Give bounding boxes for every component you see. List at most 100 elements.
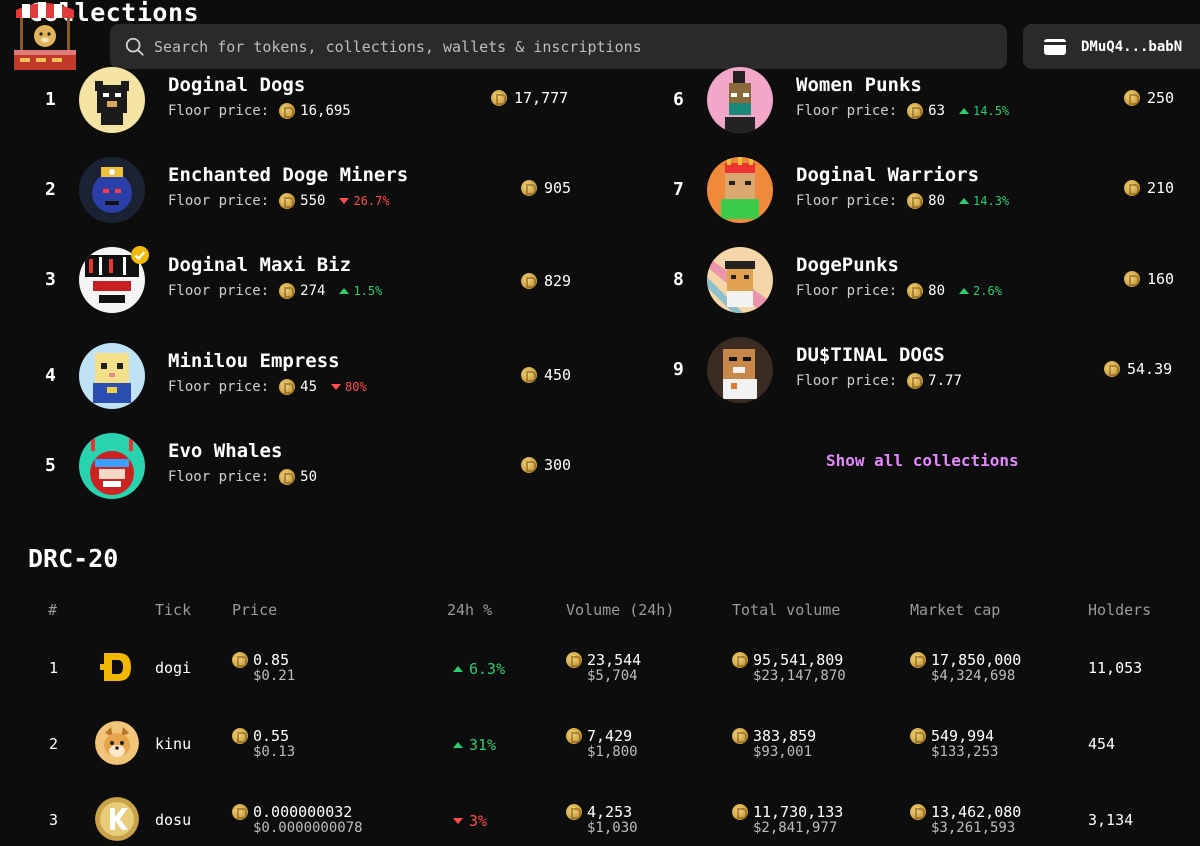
column-header-24h[interactable]: 24h %: [447, 601, 492, 619]
row-total-volume: 95,541,809 $23,147,870: [732, 651, 846, 684]
row-volume-24h: 7,429 $1,800: [566, 727, 638, 760]
change-value: 26.7%: [353, 194, 390, 208]
show-all-collections-link[interactable]: Show all collections: [826, 451, 1019, 470]
doge-coin-icon: [491, 90, 507, 106]
collection-item[interactable]: 4 Minilou Empress Floor price: 45 80%: [45, 343, 585, 413]
volume-usd: $1,800: [587, 744, 638, 760]
doge-coin-icon: [1104, 361, 1120, 377]
doge-coin-icon: [907, 193, 924, 209]
volume-value: 23,544: [587, 651, 642, 669]
floor-label: Floor price:: [168, 283, 270, 299]
floor-change: 26.7%: [339, 194, 390, 208]
collection-item[interactable]: 7 Doginal Warriors Floor price: 80 14.3%: [673, 157, 1183, 227]
down-arrow-icon: [339, 198, 350, 204]
volume-value: 17,777: [514, 89, 569, 107]
page: Collections DMuQ4...babN: [0, 0, 1200, 846]
floor-value: 45: [300, 379, 318, 395]
row-market-cap: 549,994 $133,253: [910, 727, 998, 760]
collection-item[interactable]: 6 Women Punks Floor price: 63 14.5%: [673, 67, 1183, 137]
floor-label: Floor price:: [796, 283, 898, 299]
market-cap-value: 549,994: [931, 727, 995, 745]
row-price: 0.85 $0.21: [232, 651, 295, 684]
total-volume-usd: $2,841,977: [753, 820, 838, 836]
row-price: 0.55 $0.13: [232, 727, 295, 760]
column-header-tick[interactable]: Tick: [155, 601, 191, 619]
row-rank: 3: [49, 811, 59, 829]
floor-label: Floor price:: [168, 193, 270, 209]
up-arrow-icon: [453, 666, 463, 672]
row-holders: 454: [1088, 735, 1116, 753]
row-change: 3%: [453, 812, 487, 830]
doge-coin-icon: [1124, 271, 1140, 287]
column-header-volume-24h[interactable]: Volume (24h): [566, 601, 674, 619]
total-volume-value: 383,859: [753, 727, 817, 745]
collection-rank: 8: [673, 269, 684, 290]
volume-value: 7,429: [587, 727, 633, 745]
doge-coin-icon: [279, 283, 296, 299]
up-arrow-icon: [959, 198, 970, 204]
volume-value: 250: [1147, 89, 1175, 107]
volume-value: 210: [1147, 179, 1175, 197]
search-bar[interactable]: [110, 24, 1007, 69]
doge-coin-icon: [279, 103, 296, 119]
floor-value: 50: [300, 469, 318, 485]
doge-coin-icon: [910, 804, 926, 820]
column-header-rank[interactable]: #: [48, 601, 57, 619]
market-cap-value: 17,850,000: [931, 651, 1022, 669]
token-logo-kinu: [95, 721, 139, 765]
doge-coin-icon: [232, 728, 248, 744]
doge-coin-icon: [521, 273, 537, 289]
column-header-price[interactable]: Price: [232, 601, 277, 619]
collection-volume: 300: [521, 456, 571, 474]
collection-item[interactable]: 8 DogePunks Floor price: 80 2.6%: [673, 247, 1183, 317]
floor-change: 1.5%: [339, 284, 382, 298]
column-header-holders[interactable]: Holders: [1088, 601, 1151, 619]
row-tick[interactable]: dosu: [155, 811, 191, 829]
collection-item[interactable]: 2 Enchanted Doge Miners Floor price: 550…: [45, 157, 585, 227]
collection-rank: 3: [45, 269, 56, 290]
collection-rank: 7: [673, 179, 684, 200]
market-cap-usd: $133,253: [931, 744, 999, 760]
volume-value: 160: [1147, 270, 1175, 288]
wallet-button[interactable]: DMuQ4...babN: [1023, 24, 1200, 69]
row-volume-24h: 23,544 $5,704: [566, 651, 641, 684]
price-usd: $0.0000000078: [253, 820, 363, 836]
collection-rank: 6: [673, 89, 684, 110]
volume-value: 300: [544, 456, 572, 474]
collection-avatar: [79, 157, 145, 223]
column-header-total-volume[interactable]: Total volume: [732, 601, 840, 619]
down-arrow-icon: [331, 384, 342, 390]
floor-label: Floor price:: [796, 193, 898, 209]
collection-rank: 4: [45, 365, 56, 386]
column-header-market-cap[interactable]: Market cap: [910, 601, 1000, 619]
volume-value: 4,253: [587, 803, 633, 821]
collection-rank: 1: [45, 89, 56, 110]
collection-floor: Floor price: 80 2.6%: [796, 283, 1002, 299]
doge-coin-icon: [232, 652, 248, 668]
collection-floor: Floor price: 7.77: [796, 373, 962, 389]
floor-value: 274: [300, 283, 326, 299]
doge-coin-icon: [910, 728, 926, 744]
doge-coin-icon: [279, 379, 296, 395]
change-value: 31%: [469, 736, 497, 754]
row-tick[interactable]: kinu: [155, 735, 191, 753]
row-tick[interactable]: dogi: [155, 659, 191, 677]
doge-coin-icon: [732, 652, 748, 668]
collection-avatar: [79, 67, 145, 133]
doge-coin-icon: [279, 469, 296, 485]
change-value: 14.3%: [973, 194, 1010, 208]
row-price: 0.000000032 $0.0000000078: [232, 803, 363, 836]
change-value: 6.3%: [469, 660, 506, 678]
price-usd: $0.13: [253, 744, 296, 760]
collection-name: Doginal Dogs: [168, 74, 306, 96]
collection-item[interactable]: 5 Evo Whales Floor price: 50: [45, 433, 585, 503]
collection-name: Doginal Maxi Biz: [168, 254, 352, 276]
collection-avatar: [79, 433, 145, 499]
collection-volume: 210: [1124, 179, 1174, 197]
floor-label: Floor price:: [168, 469, 270, 485]
floor-change: 14.5%: [959, 104, 1009, 118]
search-input[interactable]: [154, 37, 974, 56]
total-volume-value: 11,730,133: [753, 803, 844, 821]
collection-item[interactable]: 3 Doginal Maxi Biz Floor price: 274 1.5%: [45, 246, 585, 317]
doge-coin-icon: [279, 193, 296, 209]
